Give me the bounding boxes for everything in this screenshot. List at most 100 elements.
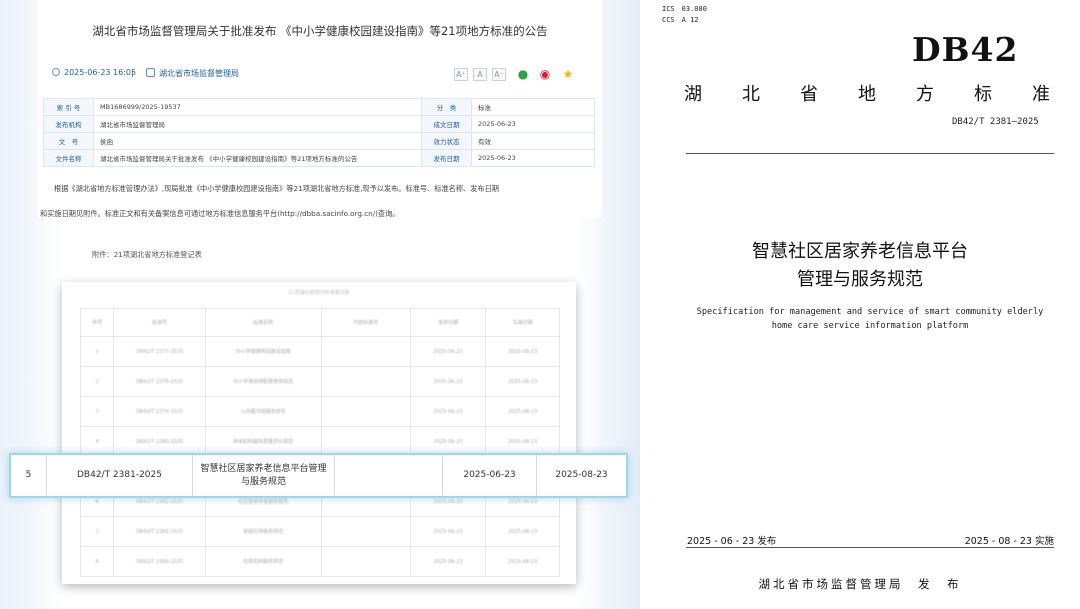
- cell: 2025-06-23: [409, 426, 487, 457]
- cell: 2025-08-23: [485, 546, 560, 577]
- cell: [320, 516, 411, 547]
- ics-code: ICS 03.080: [662, 5, 707, 13]
- title-line: 智慧社区居家养老信息平台: [752, 241, 968, 262]
- top-divider: [686, 153, 1054, 154]
- meta-key: 文件名称: [43, 149, 94, 167]
- cell: 8: [79, 546, 115, 577]
- cell: 2025-08-23: [485, 336, 560, 367]
- col-header: 标准名称: [204, 308, 322, 337]
- table-row: 3 DB42/T 2379-2025 公共图书馆服务规范 2025-06-23 2025…: [79, 396, 560, 427]
- standard-level-title: 湖 北 省 地 方 标 准: [684, 80, 1050, 106]
- cell: 2: [79, 366, 115, 397]
- cell: DB42/T 2379-2025: [113, 396, 206, 427]
- col-header: 序号: [79, 308, 115, 337]
- meta-row-index: 索 引 号 MB1686999/2025-19537 分 类 标准: [43, 98, 595, 116]
- title-char: 省: [800, 84, 818, 105]
- cell: [320, 426, 411, 457]
- cell: 2025-06-23: [409, 366, 487, 397]
- cell: 中小学健康校园建设指南: [204, 336, 322, 367]
- implement-date: 2025 - 08 - 23 实施: [964, 536, 1054, 547]
- meta-key: 发布日期: [421, 149, 472, 167]
- title-char: 北: [742, 84, 760, 105]
- meta-value: 侯函: [93, 132, 422, 150]
- body-line: 和实施日期见附件。标准正文和有关备案信息可通过地方标准信息服务平台(http:/…: [40, 209, 400, 218]
- meta-row-docno: 文 号 侯函 效力状态 有效: [43, 132, 595, 150]
- table-row: 1 DB42/T 2377-2025 中小学健康校园建设指南 2025-06-23 20…: [79, 336, 560, 367]
- cell: 2025-06-23: [409, 516, 487, 547]
- body-line: 根据《湖北省地方标准管理办法》,现局批准《中小学健康校园建设指南》等21项湖北省…: [54, 184, 499, 193]
- title-char: 标: [974, 84, 992, 105]
- meta-value: 2025-06-23: [471, 149, 595, 167]
- row-standard-name: 智慧社区居家养老信息平台管理与服务规范: [193, 455, 335, 496]
- cell: DB42/T 2383-2025: [113, 516, 206, 547]
- register-table: 序号 标准号 标准名称 代替标准号 发布日期 实施日期 1 DB42/T 2377…: [79, 308, 560, 577]
- col-header: 代替标准号: [320, 308, 411, 337]
- bottom-divider: [686, 547, 1054, 548]
- col-header: 实施日期: [485, 308, 560, 337]
- font-normal-button[interactable]: A: [473, 68, 487, 81]
- table-row: 4 DB42/T 2380-2025 养老机构服务质量评价规范 2025-06-23 2…: [79, 426, 560, 457]
- meta-row-publisher: 发布机构 湖北省市场监督管理局 成文日期 2025-06-23: [43, 115, 595, 133]
- publisher: 湖北省市场监督管理局 发 布: [758, 577, 962, 591]
- clock-icon: [52, 68, 60, 76]
- site-icon: [146, 68, 155, 77]
- cell: [320, 396, 411, 427]
- register-table-card: 21项湖北省地方标准登记表 序号 标准号 标准名称 代替标准号 发布日期 实施日…: [62, 282, 576, 584]
- standard-number: DB42/T 2381—2025: [952, 117, 1039, 127]
- cell: 托育机构服务规范: [204, 546, 322, 577]
- cell: 家庭托育服务规范: [204, 516, 322, 547]
- table-row: 8 DB42/T 2384-2025 托育机构服务规范 2025-06-23 2025-…: [79, 546, 560, 577]
- source-link[interactable]: 湖北省市场监督管理局: [159, 68, 239, 79]
- cell: 1: [79, 336, 115, 367]
- standard-code-logo: DB42: [912, 30, 1019, 69]
- cell: DB42/T 2384-2025: [113, 546, 206, 577]
- meta-key: 发布机构: [43, 115, 94, 133]
- title-line: home care service information platform: [771, 321, 969, 331]
- cell: 2025-08-23: [485, 366, 560, 397]
- cell: [320, 336, 411, 367]
- row-number: 5: [11, 455, 47, 496]
- cell: 7: [79, 516, 115, 547]
- screenshot-canvas: 湖北省市场监督管理局关于批准发布 《中小学健康校园建设指南》等21项地方标准的公…: [0, 0, 1080, 609]
- star-icon[interactable]: ★: [561, 68, 575, 81]
- cell: DB42/T 2378-2025: [113, 366, 206, 397]
- cell: DB42/T 2377-2025: [113, 336, 206, 367]
- meta-key: 文 号: [43, 132, 94, 150]
- table-row: 7 DB42/T 2383-2025 家庭托育服务规范 2025-06-23 2025-…: [79, 516, 560, 547]
- notice-meta-row: 2025-06-23 16:05 | 湖北省市场监督管理局 A⁺ A A⁻ ● …: [52, 66, 592, 81]
- notice-title: 湖北省市场监督管理局关于批准发布 《中小学健康校园建设指南》等21项地方标准的公…: [92, 24, 548, 38]
- cell: 公共图书馆服务规范: [204, 396, 322, 427]
- meta-value: 有效: [471, 132, 595, 150]
- meta-key: 效力状态: [421, 132, 472, 150]
- weibo-icon[interactable]: ◉: [538, 68, 552, 81]
- cell: 2025-08-23: [485, 426, 560, 457]
- title-line: 管理与服务规范: [797, 269, 923, 290]
- title-line: Specification for management and service…: [696, 307, 1044, 317]
- cell: 2025-06-23: [409, 336, 487, 367]
- meta-row-filename: 文件名称 湖北省市场监督管理局关于批准发布 《中小学健康校园建设指南》等21项地…: [43, 149, 595, 167]
- wechat-icon[interactable]: ●: [516, 68, 530, 81]
- font-increase-button[interactable]: A⁺: [454, 68, 468, 81]
- title-char: 地: [858, 84, 876, 105]
- row-replaces: [335, 455, 443, 496]
- cell: 2025-06-23: [409, 396, 487, 427]
- meta-key: 成文日期: [421, 115, 472, 133]
- register-header-row: 序号 标准号 标准名称 代替标准号 发布日期 实施日期: [79, 308, 560, 337]
- cell: [320, 546, 411, 577]
- publish-datetime: 2025-06-23 16:05: [64, 68, 137, 77]
- title-char: 准: [1032, 84, 1050, 105]
- notice-body: 根据《湖北省地方标准管理办法》,现局批准《中小学健康校园建设指南》等21项湖北省…: [40, 176, 560, 226]
- highlighted-table-row[interactable]: 5 DB42/T 2381-2025 智慧社区居家养老信息平台管理与服务规范 2…: [9, 453, 628, 498]
- web-notice-panel: 湖北省市场监督管理局关于批准发布 《中小学健康校园建设指南》等21项地方标准的公…: [0, 0, 640, 609]
- row-standard-number: DB42/T 2381-2025: [47, 455, 193, 496]
- row-issue-date: 2025-06-23: [443, 455, 537, 496]
- notice-meta-table: 索 引 号 MB1686999/2025-19537 分 类 标准 发布机构 湖…: [43, 98, 595, 167]
- cell: 4: [79, 426, 115, 457]
- issue-date: 2025 - 06 - 23 发布: [687, 536, 777, 547]
- meta-value: 2025-06-23: [471, 115, 595, 133]
- cell: 中小学课桌椅配置使用规范: [204, 366, 322, 397]
- title-char: 方: [916, 84, 934, 105]
- meta-separator: |: [131, 68, 134, 77]
- register-title: 21项湖北省地方标准登记表: [288, 290, 350, 296]
- font-decrease-button[interactable]: A⁻: [492, 68, 506, 81]
